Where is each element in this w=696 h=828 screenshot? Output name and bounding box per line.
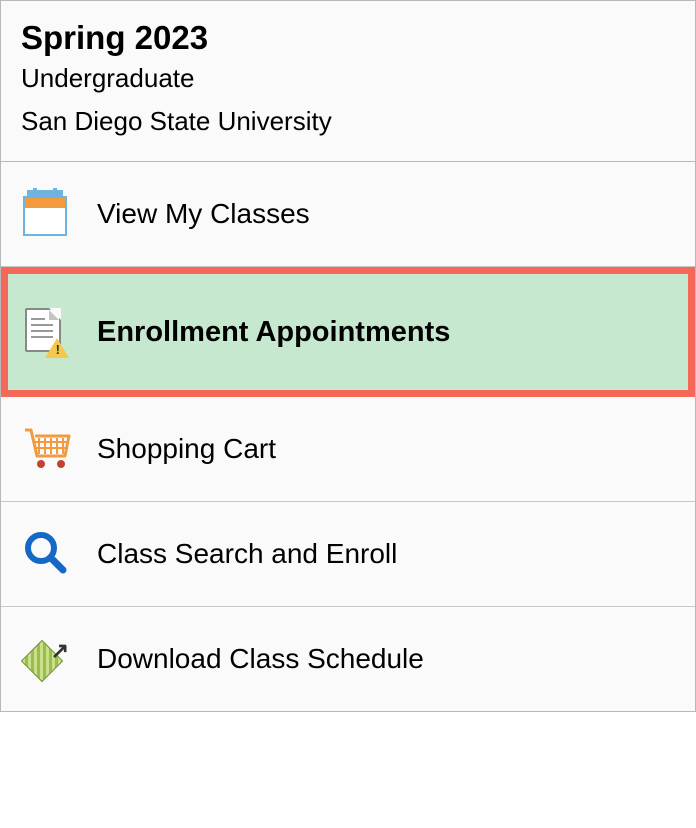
menu-item-download-schedule[interactable]: ↗ Download Class Schedule [1, 607, 695, 711]
document-warning-icon: ! [21, 306, 79, 358]
enrollment-panel: Spring 2023 Undergraduate San Diego Stat… [0, 0, 696, 712]
institution-label: San Diego State University [21, 106, 675, 137]
calendar-icon [21, 188, 79, 240]
career-label: Undergraduate [21, 63, 675, 94]
search-icon [21, 528, 79, 580]
menu-label: Enrollment Appointments [97, 316, 450, 349]
menu-item-shopping-cart[interactable]: Shopping Cart [1, 397, 695, 502]
term-header: Spring 2023 Undergraduate San Diego Stat… [1, 1, 695, 162]
shopping-cart-icon [21, 423, 79, 475]
term-title: Spring 2023 [21, 19, 675, 57]
menu-item-enrollment-appointments[interactable]: ! Enrollment Appointments [1, 267, 695, 397]
menu-label: Class Search and Enroll [97, 538, 397, 570]
menu-item-class-search[interactable]: Class Search and Enroll [1, 502, 695, 607]
download-schedule-icon: ↗ [21, 633, 79, 685]
menu-item-view-classes[interactable]: View My Classes [1, 162, 695, 267]
menu-label: View My Classes [97, 198, 310, 230]
menu-label: Download Class Schedule [97, 643, 424, 675]
menu-label: Shopping Cart [97, 433, 276, 465]
